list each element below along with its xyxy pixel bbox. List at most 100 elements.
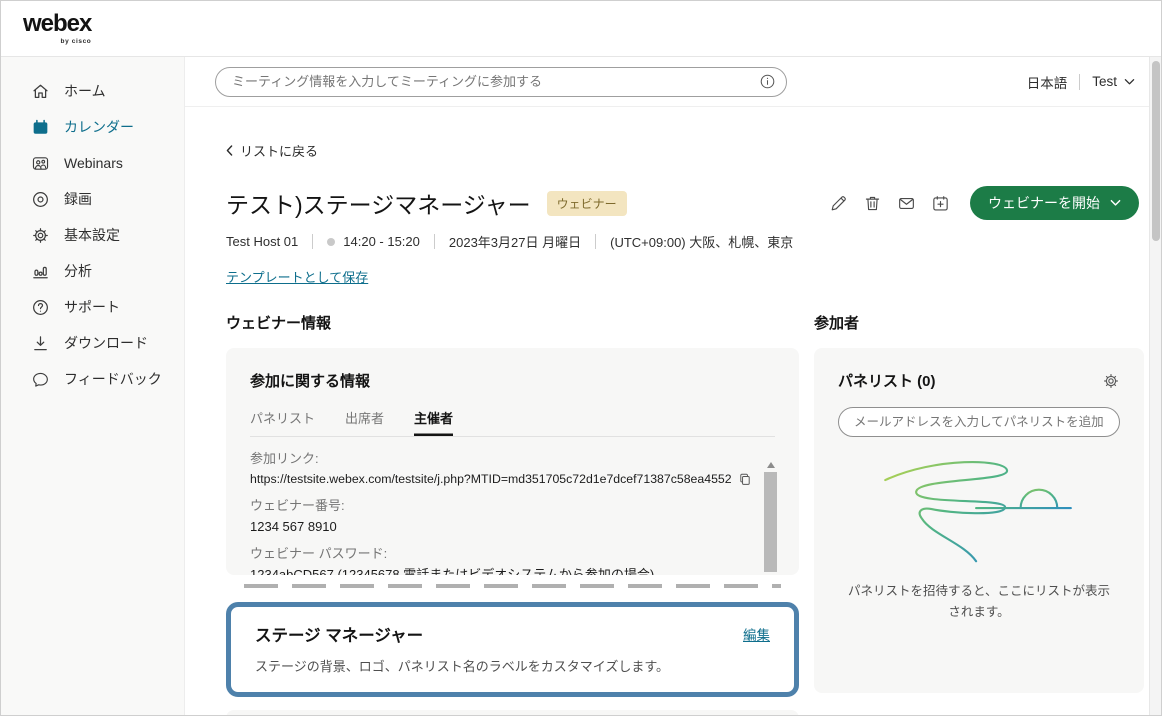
- chevron-down-icon: [1124, 78, 1135, 86]
- analytics-bar-chart-icon: [31, 262, 50, 281]
- webinar-time: 14:20 - 15:20: [343, 234, 420, 249]
- recordings-icon: [31, 190, 50, 209]
- webex-logo: webex by cisco: [23, 12, 91, 45]
- sidebar-item-downloads[interactable]: ダウンロード: [1, 325, 184, 361]
- stage-manager-title: ステージ マネージャー: [255, 622, 423, 646]
- page-scrollbar-thumb[interactable]: [1152, 61, 1160, 241]
- divider: [434, 234, 435, 249]
- user-menu[interactable]: Test: [1092, 74, 1135, 89]
- sidebar-nav: ホーム カレンダー Webinars 録画 基本設定 分析: [1, 57, 185, 715]
- sidebar-item-recordings[interactable]: 録画: [1, 181, 184, 217]
- participants-heading: 参加者: [814, 312, 1144, 333]
- webinar-timezone: (UTC+09:00) 大阪、札幌、東京: [610, 232, 793, 251]
- stage-manager-edit-link[interactable]: 編集: [743, 624, 770, 644]
- add-panelist-input[interactable]: [838, 407, 1120, 437]
- feedback-bubble-icon: [31, 370, 50, 389]
- download-icon: [31, 334, 50, 353]
- panelist-empty-text: パネリストを招待すると、ここにリストが表示されます。: [838, 581, 1120, 622]
- join-link-label: 参加リンク:: [250, 451, 729, 468]
- sidebar-item-feedback[interactable]: フィードバック: [1, 361, 184, 397]
- back-to-list-link[interactable]: リストに戻る: [226, 141, 318, 160]
- stage-manager-highlight-box: ステージ マネージャー 編集 ステージの背景、ロゴ、パネリスト名のラベルをカスタ…: [226, 602, 799, 697]
- email-button[interactable]: [897, 194, 916, 213]
- webinar-meta: Test Host 01 14:20 - 15:20 2023年3月27日 月曜…: [226, 232, 1161, 251]
- webinars-icon: [31, 154, 50, 173]
- sidebar-item-label: 分析: [64, 261, 92, 281]
- post-webinar-survey-card: ウェビナー後のアンケート 追加: [226, 710, 799, 715]
- join-info-title: 参加に関する情報: [250, 370, 775, 391]
- panelist-empty-illustration: [864, 453, 1094, 569]
- add-to-calendar-button[interactable]: [931, 194, 950, 213]
- tab-host[interactable]: 主催者: [414, 408, 453, 436]
- webinar-number-label: ウェビナー番号:: [250, 498, 729, 515]
- gear-icon: [1102, 372, 1120, 390]
- start-webinar-label: ウェビナーを開始: [988, 193, 1100, 213]
- sidebar-item-label: 録画: [64, 189, 92, 209]
- edit-button[interactable]: [829, 194, 848, 213]
- sidebar-item-home[interactable]: ホーム: [1, 73, 184, 109]
- panelist-card: パネリスト (0): [814, 348, 1144, 693]
- sidebar-item-label: フィードバック: [64, 369, 162, 389]
- join-meeting-input[interactable]: [232, 74, 759, 89]
- user-name: Test: [1092, 74, 1117, 89]
- sidebar-item-label: ダウンロード: [64, 333, 148, 353]
- sidebar-item-settings[interactable]: 基本設定: [1, 217, 184, 253]
- page-content: リストに戻る テスト)ステージマネージャー ウェビナー: [185, 107, 1161, 715]
- chevron-left-icon: [226, 145, 233, 156]
- webex-logo-text: webex: [23, 12, 91, 36]
- page-title: テスト)ステージマネージャー: [226, 186, 531, 220]
- home-icon: [31, 82, 50, 101]
- sidebar-item-calendar[interactable]: カレンダー: [1, 109, 184, 145]
- sidebar-item-label: カレンダー: [64, 117, 134, 137]
- join-link-url[interactable]: https://testsite.webex.com/testsite/j.ph…: [250, 472, 732, 488]
- webinar-number-value: 1234 567 8910: [250, 519, 729, 536]
- join-meeting-search[interactable]: [215, 67, 787, 97]
- sidebar-item-webinars[interactable]: Webinars: [1, 145, 184, 181]
- edit-pencil-icon: [829, 194, 848, 213]
- divider: [1079, 74, 1080, 90]
- webex-app-window: webex by cisco ホーム カレンダー Webinars 録画: [0, 0, 1162, 716]
- sidebar-item-analytics[interactable]: 分析: [1, 253, 184, 289]
- scroll-up-arrow-icon[interactable]: [767, 458, 775, 468]
- back-link-label: リストに戻る: [240, 141, 318, 160]
- join-info-scroll-area: 参加リンク: https://testsite.webex.com/testsi…: [250, 451, 775, 575]
- app-header: webex by cisco: [1, 1, 1161, 57]
- status-dot: [327, 238, 335, 246]
- language-selector[interactable]: 日本語: [1027, 72, 1068, 92]
- top-bar: 日本語 Test: [185, 57, 1161, 107]
- sidebar-item-label: 基本設定: [64, 225, 120, 245]
- stage-manager-description: ステージの背景、ロゴ、パネリスト名のラベルをカスタマイズします。: [255, 656, 770, 675]
- panelist-count-title: パネリスト (0): [838, 370, 936, 391]
- settings-gear-icon: [31, 226, 50, 245]
- delete-button[interactable]: [863, 194, 882, 213]
- join-info-card: 参加に関する情報 パネリスト 出席者 主催者 参加リンク: https://te…: [226, 348, 799, 575]
- tab-attendee[interactable]: 出席者: [345, 408, 384, 436]
- sidebar-item-support[interactable]: サポート: [1, 289, 184, 325]
- info-icon[interactable]: [759, 73, 776, 90]
- calendar-icon: [31, 118, 50, 137]
- support-question-icon: [31, 298, 50, 317]
- sidebar-item-label: Webinars: [64, 155, 123, 171]
- sidebar-item-label: サポート: [64, 297, 120, 317]
- dashed-divider: [244, 584, 781, 588]
- divider: [595, 234, 596, 249]
- copy-link-button[interactable]: [738, 472, 752, 487]
- tab-panelist[interactable]: パネリスト: [250, 408, 315, 436]
- webinar-badge: ウェビナー: [547, 191, 627, 216]
- scrollbar-thumb[interactable]: [764, 472, 777, 572]
- webinar-password-value: 1234abCD567 (12345678 電話またはビデオシステムから参加の場…: [250, 567, 729, 575]
- panelist-settings-button[interactable]: [1102, 372, 1120, 390]
- webinar-date: 2023年3月27日 月曜日: [449, 232, 581, 251]
- save-as-template-link[interactable]: テンプレートとして保存: [226, 267, 368, 286]
- sidebar-item-label: ホーム: [64, 81, 106, 101]
- host-name: Test Host 01: [226, 234, 298, 249]
- chevron-down-icon: [1110, 199, 1121, 207]
- envelope-icon: [897, 194, 916, 213]
- start-webinar-button[interactable]: ウェビナーを開始: [970, 186, 1139, 220]
- copy-icon: [738, 472, 752, 487]
- card-scrollbar[interactable]: [764, 458, 777, 572]
- webinar-info-heading: ウェビナー情報: [226, 312, 799, 333]
- calendar-plus-icon: [931, 194, 950, 213]
- join-info-tabs: パネリスト 出席者 主催者: [250, 408, 775, 437]
- page-scrollbar[interactable]: [1149, 57, 1161, 715]
